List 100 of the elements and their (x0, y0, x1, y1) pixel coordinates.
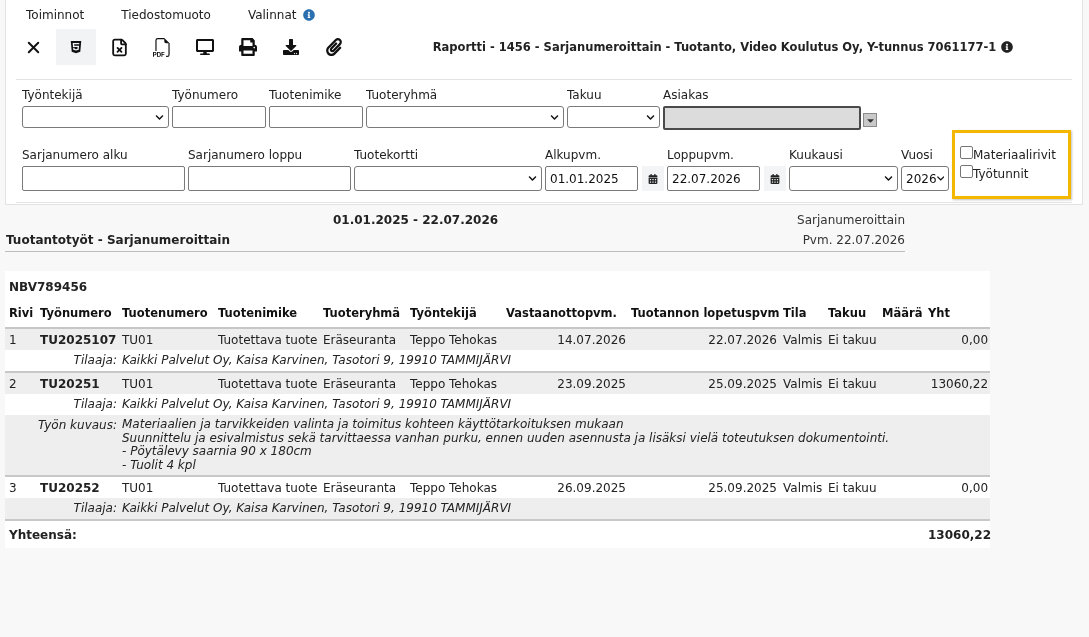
field-label: Sarjanumero alku (22, 147, 129, 163)
detail-label: Tilaaja: (5, 350, 118, 372)
chevron-down-icon (550, 112, 559, 122)
table-cell: TU2025107 (36, 328, 118, 350)
table-cell: 2 (5, 372, 36, 394)
detail-label: Tilaaja: (5, 498, 118, 520)
calendar-icon (770, 173, 780, 184)
table-cell: TU20252 (36, 476, 118, 498)
select-field[interactable]: 2026 (901, 166, 949, 191)
report-date: Pvm. 22.07.2026 (802, 233, 905, 247)
table-cell: 14.07.2026 (502, 328, 627, 350)
table-cell: Eräseuranta (320, 328, 406, 350)
table-cell: TU01 (118, 476, 214, 498)
checkbox[interactable] (960, 146, 973, 159)
dropdown-button[interactable] (863, 113, 877, 127)
table-cell: Ei takuu (824, 476, 878, 498)
download-icon (283, 39, 299, 55)
table-cell: Teppo Tehokas (406, 476, 502, 498)
monitor-icon (196, 38, 214, 56)
table-cell: 26.09.2025 (502, 476, 627, 498)
file-x-icon (109, 37, 129, 57)
field-label: Tuotekortti (354, 147, 420, 163)
table-cell: 0,00 (924, 328, 991, 350)
table-cell: Tuotettava tuote (214, 372, 320, 394)
info-icon[interactable] (1001, 41, 1014, 53)
chevron-down-icon (646, 112, 655, 122)
calendar-button[interactable] (642, 166, 664, 191)
chevron-down-icon (884, 174, 893, 183)
table-cell: 22.07.2026 (627, 328, 780, 350)
table-cell: Ei takuu (824, 328, 878, 350)
calendar-icon (648, 173, 658, 184)
select-field[interactable] (789, 166, 898, 191)
table-cell: Valmis (780, 328, 824, 350)
chevron-down-icon (936, 174, 944, 183)
table-cell: Tuotettava tuote (214, 476, 320, 498)
field-label: Alkupvm. (545, 147, 602, 163)
field-label: Kuukausi (789, 147, 844, 163)
total-value: 13060,22 (924, 520, 991, 548)
table-cell: 1 (5, 328, 36, 350)
detail-text: Materiaalien ja tarvikkeiden valinta ja toimitus kohteen käyttötarkoituksen mukaan Suunnittelu ja esivalmistus sekä tarvittaessa vanhan purku, ennen uuden asennusta ja lisäksi vielä toteutuksen dokumentointi. - Pöytälevy saarnia 90 x 180cm - Tuolit 4 kpl (118, 415, 991, 476)
menu-tab[interactable]: Toiminnot (26, 7, 85, 22)
select-field[interactable] (22, 106, 169, 128)
table-cell: 0,00 (924, 476, 991, 498)
report-period: 01.01.2025 - 22.07.2026 (333, 213, 499, 227)
detail-label: Työn kuvaus: (5, 415, 118, 476)
field-label: Tuotenimike (269, 87, 343, 103)
paperclip-icon (325, 38, 343, 56)
html5-icon (69, 40, 83, 54)
report-heading: Tuotantotyöt - Sarjanumeroittain (5, 233, 231, 247)
input-field[interactable] (188, 166, 351, 191)
toolbar-button[interactable] (56, 29, 96, 65)
report-title: Raportti - 1456 - Sarjanumeroittain - Tuotanto, Video Koulutus Oy, Y-tunnus 7061177-1 (432, 40, 997, 54)
date-field[interactable]: 22.07.2026 (667, 166, 760, 191)
field-label: Sarjanumero loppu (188, 147, 304, 163)
table-cell: Valmis (780, 476, 824, 498)
table-cell: TU01 (118, 372, 214, 394)
chevron-down-icon (528, 174, 537, 183)
table-cell: TU01 (118, 328, 214, 350)
detail-label: Tilaaja: (5, 394, 118, 415)
table-cell: 23.09.2025 (502, 372, 627, 394)
date-field[interactable]: 01.01.2025 (545, 166, 638, 191)
input-field[interactable] (172, 106, 266, 128)
field-label: Tuoteryhmä (366, 87, 439, 103)
checkbox-label: Materiaalirivit (973, 148, 1056, 162)
field-label: Työnumero (172, 87, 240, 103)
table-cell: Teppo Tehokas (406, 328, 502, 350)
checkbox[interactable] (960, 165, 973, 178)
select-field[interactable] (366, 106, 564, 128)
table-cell: 25.09.2025 (627, 476, 780, 498)
pdf-file-icon (152, 37, 172, 57)
menu-tab[interactable]: Valinnat (247, 7, 316, 22)
table-cell: 3 (5, 476, 36, 498)
table-cell: 13060,22 (924, 372, 991, 394)
field-label: Asiakas (663, 87, 710, 103)
select-field[interactable] (354, 166, 542, 191)
select-field[interactable] (567, 106, 660, 128)
input-field[interactable] (269, 106, 363, 128)
chevron-down-icon (155, 112, 164, 122)
table-cell: Valmis (780, 372, 824, 394)
field-label: Loppupvm. (667, 147, 735, 163)
table-cell: Ei takuu (824, 372, 878, 394)
printer-icon (239, 38, 257, 56)
table-cell: Eräseuranta (320, 476, 406, 498)
total-label: Yhteensä: (5, 520, 924, 548)
group-heading: NBV789456 (8, 279, 89, 296)
table-cell: 25.09.2025 (627, 372, 780, 394)
table-cell: Eräseuranta (320, 372, 406, 394)
field-label: Työntekijä (22, 87, 84, 103)
calendar-button[interactable] (764, 166, 786, 191)
checkbox-label: Työtunnit (973, 167, 1029, 181)
table-cell: TU20251 (36, 372, 118, 394)
table-cell: Teppo Tehokas (406, 372, 502, 394)
input-field[interactable] (22, 166, 185, 191)
report-type: Sarjanumeroittain (797, 213, 905, 227)
detail-text: Kaikki Palvelut Oy, Kaisa Karvinen, Tasotori 9, 19910 TAMMIJÄRVI (118, 350, 991, 372)
detail-text: Kaikki Palvelut Oy, Kaisa Karvinen, Tasotori 9, 19910 TAMMIJÄRVI (118, 394, 991, 415)
field-label: Takuu (567, 87, 603, 103)
detail-text: Kaikki Palvelut Oy, Kaisa Karvinen, Tasotori 9, 19910 TAMMIJÄRVI (118, 498, 991, 520)
field-label: Vuosi (901, 147, 934, 163)
menu-tab[interactable]: Tiedostomuoto (121, 7, 211, 22)
